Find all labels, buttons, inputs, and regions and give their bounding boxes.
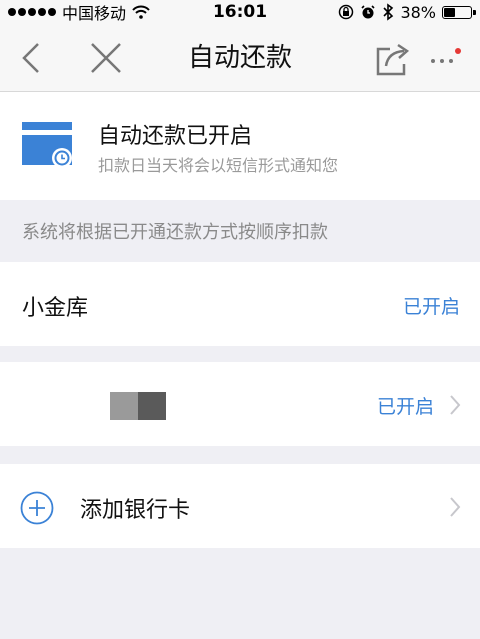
status-title: 自动还款已开启: [98, 124, 253, 149]
notification-dot: [455, 48, 461, 54]
status-bar: 中国移动 16:01 38%: [0, 0, 480, 24]
bluetooth-icon: [383, 3, 394, 21]
auto-repay-status-card: 自动还款已开启 扣款日当天将会以短信形式通知您: [0, 92, 480, 200]
battery-percent: 38%: [400, 2, 436, 22]
status-subtitle: 扣款日当天将会以短信形式通知您: [98, 156, 339, 175]
order-info-text: 系统将根据已开通还款方式按顺序扣款: [22, 222, 328, 243]
add-bank-card-row[interactable]: 添加银行卡: [0, 464, 480, 548]
alarm-icon: [361, 5, 376, 19]
card-clock-icon: [22, 122, 72, 168]
masked-card-name: [110, 392, 166, 420]
chevron-right-icon: [450, 395, 461, 415]
close-icon[interactable]: [88, 40, 124, 76]
method-status: 已开启: [402, 296, 460, 318]
carrier-name: 中国移动: [62, 4, 127, 23]
share-icon[interactable]: [374, 40, 412, 78]
method-label: 小金库: [22, 296, 89, 321]
rotation-lock-icon: [339, 4, 354, 20]
method-row-xiaojinku[interactable]: 小金库 已开启: [0, 262, 480, 346]
method-status: 已开启: [376, 396, 434, 418]
status-right: 38%: [338, 2, 476, 22]
battery-icon: [442, 5, 476, 19]
signal-icon: [8, 8, 56, 16]
status-left: 中国移动: [8, 0, 150, 24]
add-bank-card-label: 添加银行卡: [80, 498, 191, 523]
more-icon[interactable]: [426, 46, 464, 72]
add-circle-icon: [20, 491, 54, 525]
back-icon[interactable]: [14, 40, 50, 76]
chevron-right-icon: [450, 497, 461, 517]
wifi-icon: [132, 5, 150, 19]
method-row-bank-card[interactable]: 已开启: [0, 362, 480, 446]
nav-bar: 自动还款: [0, 24, 480, 92]
